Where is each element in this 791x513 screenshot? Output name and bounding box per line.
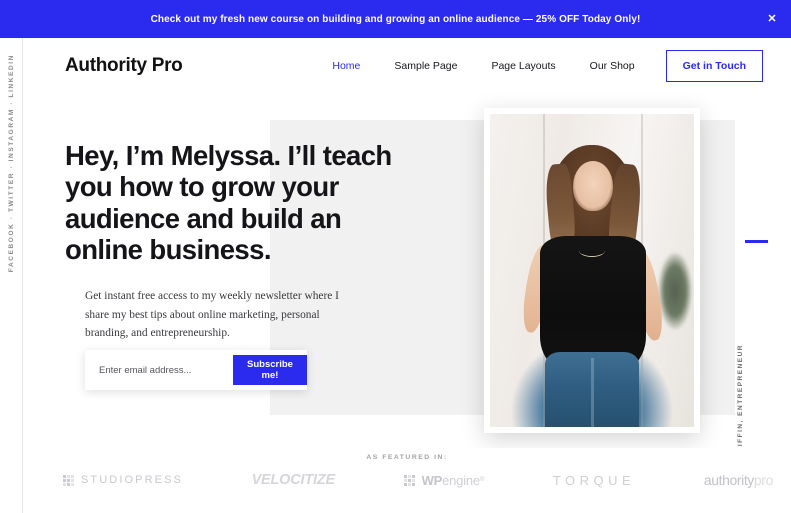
brand-label-engine: engine: [442, 472, 480, 488]
brand-label-pro: pro: [753, 472, 773, 488]
brand-label-velocitize: VELOCITIZE: [251, 472, 336, 488]
get-in-touch-button[interactable]: Get in Touch: [665, 49, 763, 82]
subject-jeans: [545, 351, 639, 427]
hero-subtitle: Get instant free access to my weekly new…: [85, 290, 339, 340]
email-field[interactable]: [85, 363, 233, 377]
site-logo[interactable]: Authority Pro: [65, 55, 183, 77]
subject-necklace: [579, 244, 605, 257]
brand-logo-row: STUDIOPRESS VELOCITIZE WP engine ® TORQUE …: [63, 472, 773, 488]
site-header: Authority Pro Home Sample Page Page Layo…: [23, 38, 791, 93]
brand-logo-torque[interactable]: TORQUE: [553, 473, 635, 488]
as-featured-in-section: AS FEATURED IN: STUDIOPRESS VELOCITIZE W…: [23, 448, 791, 513]
nav-item-page-layouts[interactable]: Page Layouts: [474, 60, 572, 72]
brand-logo-velocitize[interactable]: VELOCITIZE: [251, 472, 336, 488]
social-links-label[interactable]: FACEBOOK · TWITTER · INSTAGRAM · LINKEDI…: [8, 54, 15, 272]
brand-logo-studiopress[interactable]: STUDIOPRESS: [63, 474, 183, 486]
registered-mark-icon: ®: [479, 477, 485, 483]
nav-item-home[interactable]: Home: [315, 60, 377, 72]
close-icon[interactable]: ✕: [763, 10, 781, 28]
subscribe-button[interactable]: Subscribe me!: [233, 355, 307, 385]
squares-icon: [63, 474, 74, 486]
hero-content: Hey, I’m Melyssa. I’ll teach you how to …: [65, 140, 395, 343]
announcement-text: Check out my fresh new course on buildin…: [150, 13, 641, 25]
hero-section: Hey, I’m Melyssa. I’ll teach you how to …: [23, 93, 791, 503]
nav-item-sample-page[interactable]: Sample Page: [377, 60, 474, 72]
portrait-photo-card: [484, 108, 700, 433]
portrait-photo: [490, 114, 694, 427]
announcement-banner: Check out my fresh new course on buildin…: [0, 0, 791, 38]
main-navigation: Home Sample Page Page Layouts Our Shop G…: [315, 49, 763, 82]
brand-label-torque: TORQUE: [552, 472, 636, 488]
accent-dash: [745, 240, 768, 243]
social-links-rail: FACEBOOK · TWITTER · INSTAGRAM · LINKEDI…: [0, 38, 23, 513]
page-title: Hey, I’m Melyssa. I’ll teach you how to …: [65, 140, 392, 266]
brand-label-authority: authority: [703, 472, 755, 488]
nav-item-our-shop[interactable]: Our Shop: [573, 60, 652, 72]
plant-decor: [658, 251, 692, 330]
brand-label-wp: WP: [421, 472, 443, 488]
brand-logo-wpengine[interactable]: WP engine ®: [403, 472, 485, 488]
squares-icon: [403, 474, 415, 486]
newsletter-signup-form: Subscribe me!: [85, 350, 307, 390]
subject-face: [573, 160, 613, 211]
landing-page: Check out my fresh new course on buildin…: [0, 0, 791, 513]
brand-logo-authoritypro[interactable]: authority pro: [703, 472, 774, 488]
brand-label-studiopress: STUDIOPRESS: [81, 474, 183, 486]
as-featured-in-label: AS FEATURED IN:: [366, 454, 448, 461]
